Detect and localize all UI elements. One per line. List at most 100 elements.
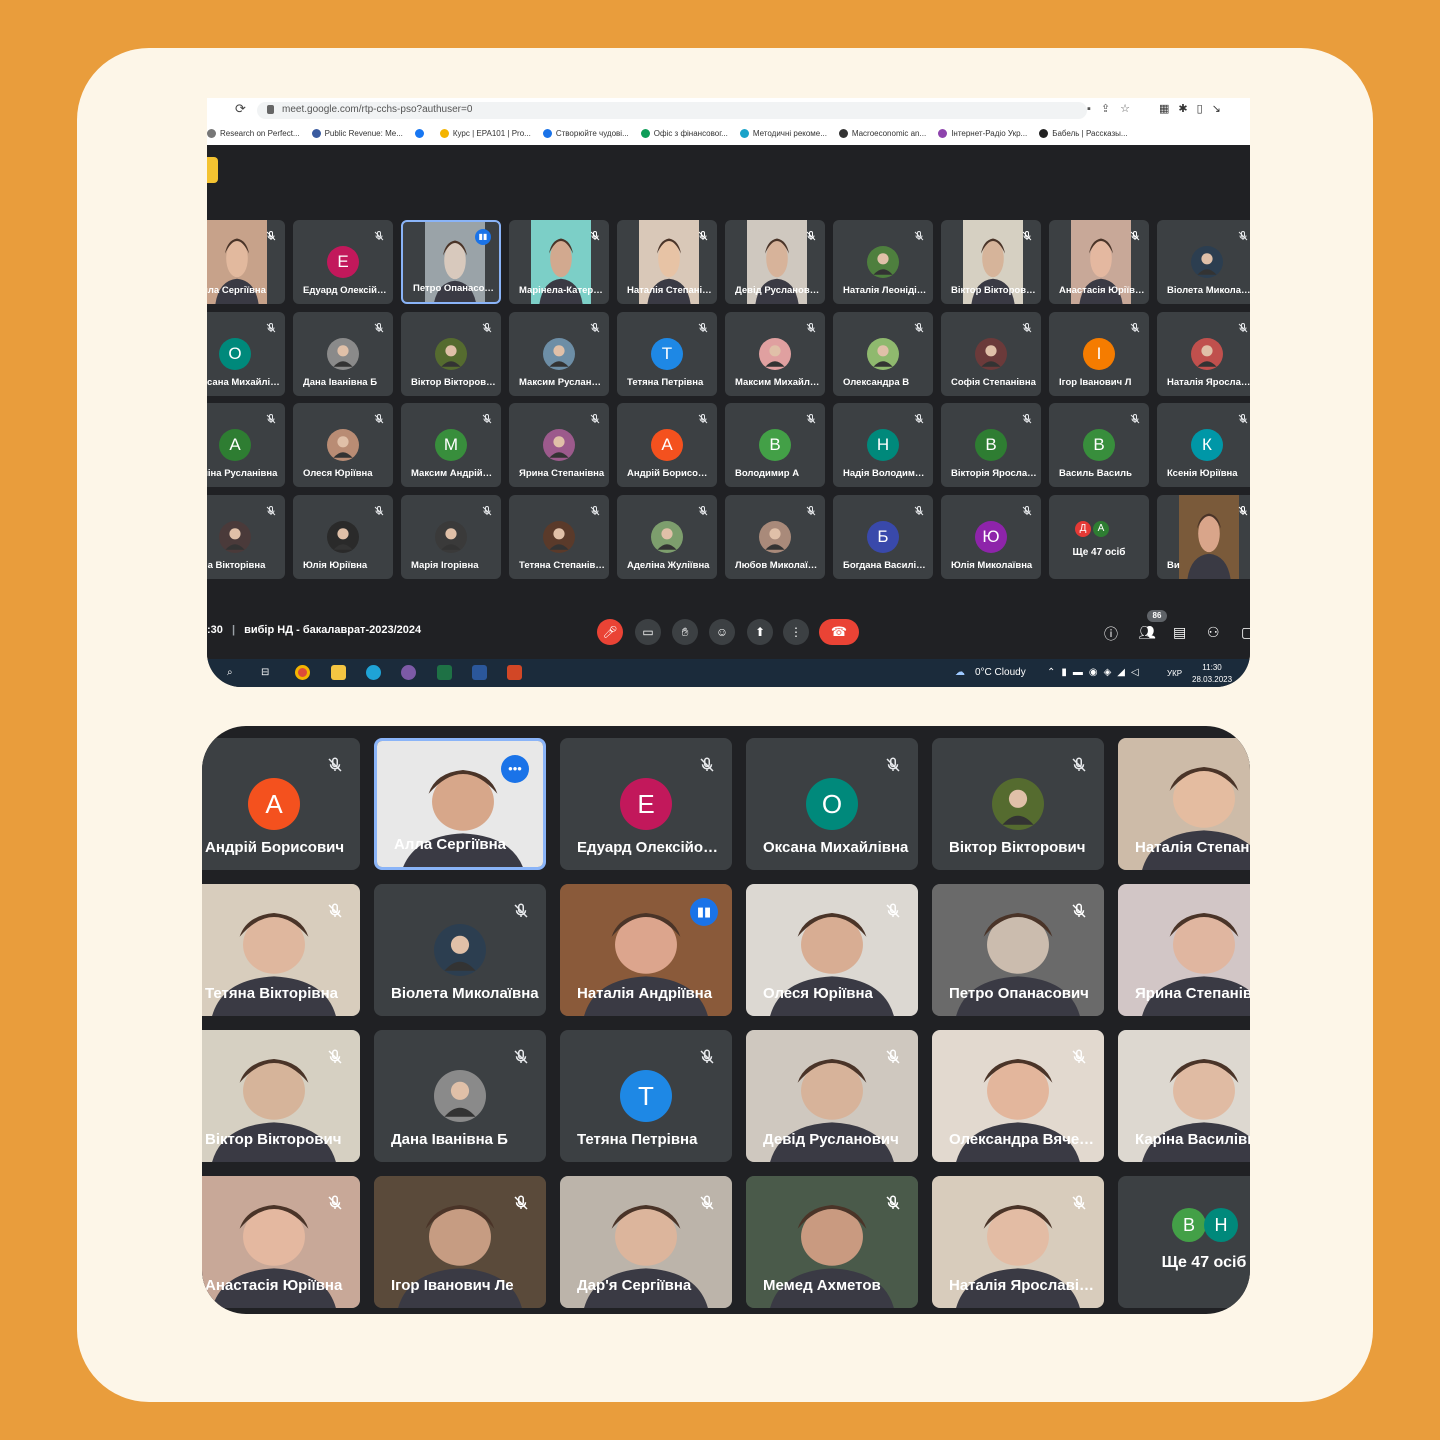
lock-meeting-icon[interactable]: ▢ <box>1241 624 1250 641</box>
participant-tile[interactable]: Девід Русланович <box>725 220 825 304</box>
reload-icon[interactable]: ⟳ <box>235 101 246 117</box>
participant-tile[interactable]: Тетяна Вікторівна <box>202 884 360 1016</box>
participant-tile[interactable]: Олександра В <box>833 311 933 396</box>
participant-tile[interactable]: Віолета Миколаївна <box>1157 220 1250 304</box>
participant-tile[interactable]: Ігор Іванович Ле <box>374 1176 546 1308</box>
participant-tile[interactable]: Ярина Степанівна <box>1118 884 1250 1016</box>
participant-tile[interactable]: Алла Сергіївна <box>207 220 285 304</box>
participant-tile[interactable]: О Оксана Михайлівна <box>746 738 918 870</box>
info-icon[interactable]: ⓘ <box>1104 624 1118 644</box>
end-call-button[interactable]: ☎︎ <box>819 619 859 645</box>
participant-tile[interactable]: Наталія Ярославівна <box>1157 311 1250 396</box>
participant-tile[interactable]: Каріна Василівна <box>1118 1030 1250 1162</box>
participant-tile[interactable]: Петро Опанасович <box>932 884 1104 1016</box>
participant-tile[interactable]: Наталія Леонідівна <box>833 220 933 304</box>
camera-icon[interactable]: ▭ <box>635 619 661 645</box>
chat-icon[interactable]: ▤ <box>1173 624 1186 641</box>
participant-tile[interactable]: Анастасія Юріївна <box>202 1176 360 1308</box>
participant-tile[interactable]: Н Надія Володимирівна <box>833 403 933 487</box>
participant-tile[interactable]: І Ігор Іванович Л <box>1049 311 1149 396</box>
mic-off-icon[interactable]: 🎤︎ <box>597 619 623 645</box>
extension-icons[interactable]: ▦✱▯↘ <box>1159 102 1230 115</box>
participant-tile[interactable]: Софія Степанівна <box>941 311 1041 396</box>
tray-icons[interactable]: ⌃▮▬◉◈◢◁ <box>1047 667 1145 678</box>
participant-tile[interactable]: Е Едуард Олексійович <box>560 738 732 870</box>
powerpoint-icon[interactable] <box>507 665 522 680</box>
participant-tile[interactable]: Юлія Юріївна <box>293 494 393 579</box>
task-view-icon[interactable]: ⊟ <box>261 667 269 678</box>
participant-tile[interactable]: ▮▮ Петро Опанасович <box>401 220 501 304</box>
participant-tile[interactable]: Віктор Вікторович <box>202 1030 360 1162</box>
clock[interactable]: 11:30 28.03.2023 <box>1192 662 1232 686</box>
participant-tile[interactable]: Максим Русланович <box>509 311 609 396</box>
viber-icon[interactable] <box>401 665 416 680</box>
more-participants-tile[interactable]: Д А Ще 47 осіб <box>1049 494 1149 579</box>
people-icon[interactable]: 👥︎ <box>1138 624 1156 641</box>
bookmark-item[interactable]: Курс | EPA101 | Pro... <box>439 129 531 139</box>
participant-tile[interactable]: Любов Миколаївна <box>725 494 825 579</box>
bookmark-item[interactable]: Research on Perfect... <box>207 129 300 139</box>
file-explorer-icon[interactable] <box>331 665 346 680</box>
participant-tile[interactable]: Аделіна Жуліївна <box>617 494 717 579</box>
more-participants-tile[interactable]: В Н Ще 47 осіб <box>1118 1176 1250 1308</box>
participant-tile[interactable]: Мемед Ахметов <box>746 1176 918 1308</box>
participant-tile[interactable]: Наталія Ярославівна <box>932 1176 1104 1308</box>
participant-tile[interactable]: Віолета Миколаївна <box>374 884 546 1016</box>
participant-tile[interactable]: В Володимир А <box>725 403 825 487</box>
participant-tile[interactable]: Наталія Степанівна <box>617 220 717 304</box>
excel-icon[interactable] <box>437 665 452 680</box>
participant-tile[interactable]: Дана Іванівна Б <box>293 311 393 396</box>
participant-tile[interactable]: В Василь Василь <box>1049 403 1149 487</box>
participant-tile[interactable]: Девід Русланович <box>746 1030 918 1162</box>
bookmark-item[interactable]: Macroeconomic an... <box>838 129 926 139</box>
participant-tile[interactable]: Т Тетяна Петрівна <box>560 1030 732 1162</box>
participant-tile[interactable]: Максим Михайлович <box>725 311 825 396</box>
participant-tile[interactable]: Дар'я Сергіївна <box>560 1176 732 1308</box>
participant-tile[interactable]: Яна Вікторівна <box>207 494 285 579</box>
participant-tile[interactable]: Дана Іванівна Б <box>374 1030 546 1162</box>
bookmark-item[interactable]: Бабель | Рассказы... <box>1039 129 1128 139</box>
bookmark-item[interactable]: Створюйте чудові... <box>542 129 629 139</box>
participant-tile[interactable]: ▮▮ Наталія Андріївна <box>560 884 732 1016</box>
participant-tile[interactable]: Ю Юлія Миколаївна <box>941 494 1041 579</box>
participant-tile[interactable]: Олеся Юріївна <box>293 403 393 487</box>
notification-tag[interactable] <box>207 157 218 183</box>
weather-text[interactable]: 0°C Cloudy <box>975 667 1026 678</box>
activities-icon[interactable]: ⚇ <box>1207 624 1220 641</box>
participant-tile[interactable]: Ви <box>1157 494 1250 579</box>
url-action-icons[interactable]: ▪⇪☆ <box>1087 102 1140 115</box>
participant-tile[interactable]: А Аліна Русланівна <box>207 403 285 487</box>
participant-tile[interactable]: Наталія Степанівна <box>1118 738 1250 870</box>
participant-tile[interactable]: Віктор Вікторович <box>932 738 1104 870</box>
word-icon[interactable] <box>472 665 487 680</box>
more-options-icon[interactable]: ••• <box>501 755 529 783</box>
participant-tile[interactable]: Олександра Вячеславівна <box>932 1030 1104 1162</box>
more-options-icon[interactable]: ⋮ <box>783 619 809 645</box>
bookmark-item[interactable] <box>414 129 428 139</box>
participant-tile[interactable]: ••• Алла Сергіївна <box>374 738 546 870</box>
present-screen-icon[interactable]: ⬆ <box>747 619 773 645</box>
participant-tile[interactable]: Б Богдана Василівна <box>833 494 933 579</box>
participant-tile[interactable]: Віктор Вікторович <box>401 311 501 396</box>
participant-tile[interactable]: В Вікторія Ярославівна <box>941 403 1041 487</box>
edge-icon[interactable] <box>366 665 381 680</box>
language-indicator[interactable]: УКР <box>1167 669 1182 678</box>
participant-tile[interactable]: О Оксана Михайлівна <box>207 311 285 396</box>
participant-tile[interactable]: Тетяна Степанівна <box>509 494 609 579</box>
raise-hand-icon[interactable]: ✋︎ <box>672 619 698 645</box>
participant-tile[interactable]: К Ксенія Юріївна <box>1157 403 1250 487</box>
participant-tile[interactable]: Віктор Вікторович <box>941 220 1041 304</box>
bookmark-item[interactable]: Інтернет-Радіо Укр... <box>938 129 1027 139</box>
participant-tile[interactable]: А Андрій Борисович <box>617 403 717 487</box>
url-bar[interactable]: meet.google.com/rtp-cchs-pso?authuser=0 <box>257 102 1087 119</box>
participant-tile[interactable]: А Андрій Борисович <box>202 738 360 870</box>
bookmark-item[interactable]: Public Revenue: Me... <box>311 129 403 139</box>
emoji-icon[interactable]: ☺ <box>709 619 735 645</box>
chrome-icon[interactable] <box>295 665 310 680</box>
participant-tile[interactable]: Марінела-Катерина <box>509 220 609 304</box>
participant-tile[interactable]: Е Едуард Олексійович <box>293 220 393 304</box>
participant-tile[interactable]: М Максим Андрійович <box>401 403 501 487</box>
search-icon[interactable]: ⌕ <box>227 667 233 678</box>
participant-tile[interactable]: Олеся Юріївна <box>746 884 918 1016</box>
participant-tile[interactable]: Ярина Степанівна <box>509 403 609 487</box>
